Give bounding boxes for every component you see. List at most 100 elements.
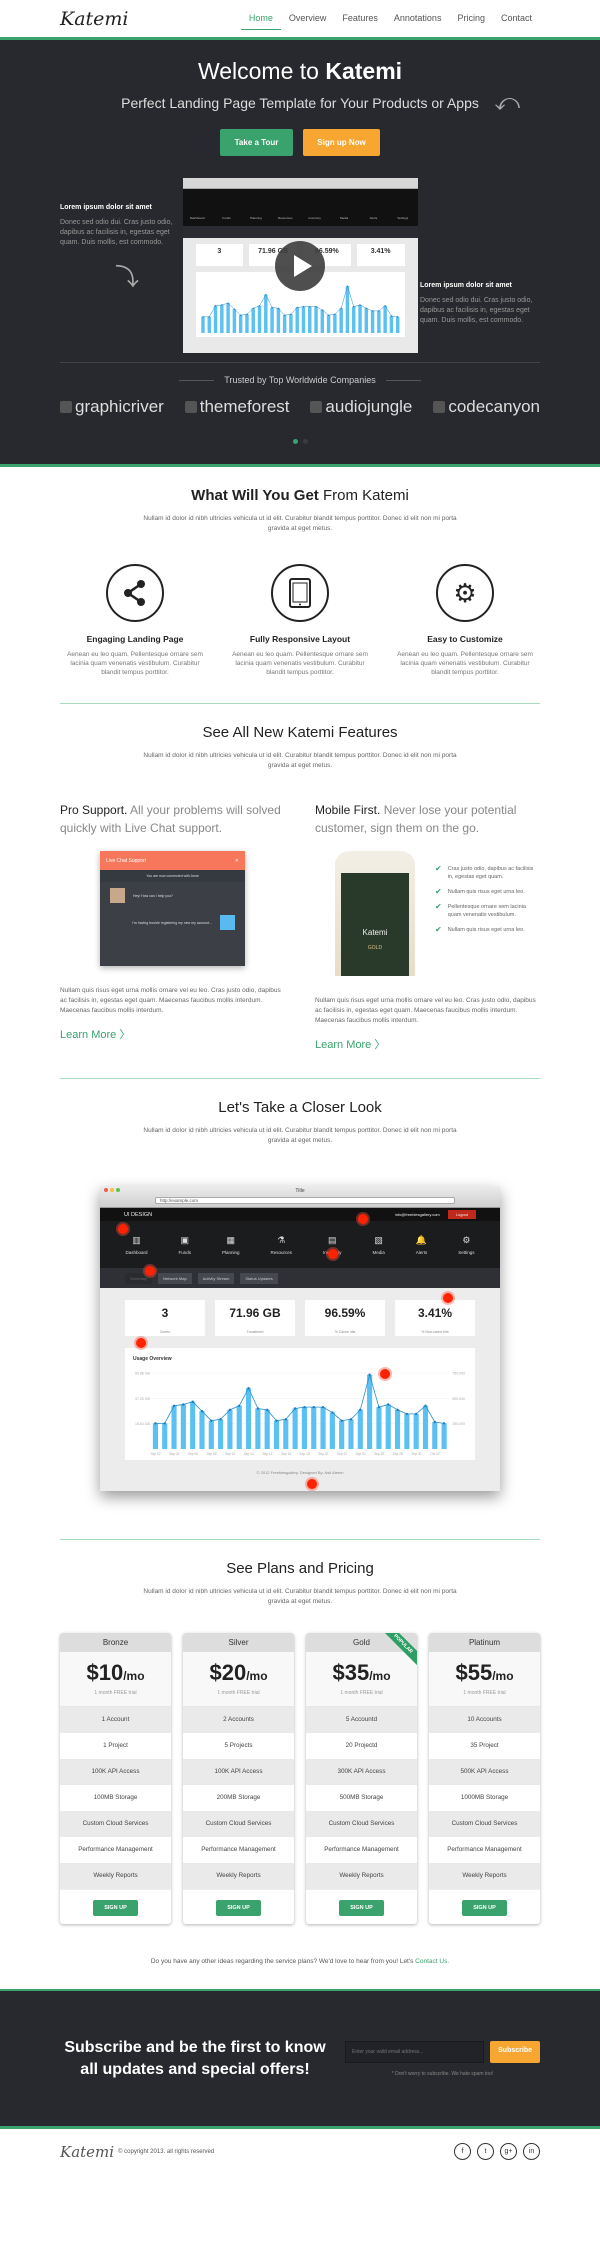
close-icon[interactable]: ✕ xyxy=(235,858,239,864)
mobile-column: Mobile First. Never lose your potential … xyxy=(315,801,540,1052)
annotation-hotspot[interactable] xyxy=(307,1479,317,1489)
maximize-window-icon[interactable] xyxy=(116,1188,120,1192)
plan-features: 10 Accounts 35 Project 500K API Access 1000… xyxy=(429,1707,540,1889)
contact-us-link[interactable]: Contact Us. xyxy=(415,1958,449,1965)
annotation-hotspot[interactable] xyxy=(380,1369,390,1379)
bar xyxy=(294,307,299,333)
subtab-network-map[interactable]: Network Map xyxy=(158,1272,192,1284)
menu-label: Dashboard xyxy=(125,1249,148,1255)
nav-item-annotations[interactable]: Annotations xyxy=(386,7,450,30)
checklist: ✔ Cras justo odio, dapibus ac facilisis i… xyxy=(435,865,540,976)
user-email[interactable]: info@freebiesgallery.com xyxy=(395,1212,440,1217)
mock-menu-label: Alerts xyxy=(369,216,378,220)
logout-button[interactable]: Logout xyxy=(447,1209,476,1219)
bar xyxy=(263,294,268,333)
chat-message-text: I'm having trouble registering my new my… xyxy=(132,920,212,925)
menu-planning[interactable]: ▦ Planning xyxy=(222,1235,240,1255)
x-tick-label: Sep 28 xyxy=(393,1452,403,1456)
sign-up-now-button[interactable]: Sign up Now xyxy=(303,129,380,156)
bar xyxy=(320,1407,326,1449)
take-tour-button[interactable]: Take a Tour xyxy=(220,129,293,156)
chevron-right-icon: 〉 xyxy=(119,1029,131,1041)
nav-item-contact[interactable]: Contact xyxy=(493,7,540,30)
annotation-hotspot[interactable] xyxy=(443,1293,453,1303)
chat-header: Live Chat Support ✕ xyxy=(100,851,245,870)
curved-arrow-icon: ⤵ xyxy=(115,264,139,291)
plan-period: /mo xyxy=(123,1669,145,1683)
menu-settings[interactable]: ⚙ Settings xyxy=(458,1235,474,1255)
x-tick-label: Sep 14 xyxy=(262,1452,272,1456)
brand-codecanyon[interactable]: codecanyon xyxy=(433,397,540,417)
support-learn-more-link[interactable]: Learn More 〉 xyxy=(60,1026,285,1042)
nav-item-home[interactable]: Home xyxy=(240,7,281,30)
google-plus-icon[interactable]: g+ xyxy=(500,2143,517,2160)
nav-item-overview[interactable]: Overview xyxy=(281,7,335,30)
sign-up-button[interactable]: SIGN UP xyxy=(462,1900,507,1916)
data-point xyxy=(333,313,336,315)
sign-up-button[interactable]: SIGN UP xyxy=(339,1900,384,1916)
data-point xyxy=(314,305,317,308)
sign-up-button[interactable]: SIGN UP xyxy=(93,1900,138,1916)
menu-label: Media xyxy=(372,1249,385,1255)
nav-item-pricing[interactable]: Pricing xyxy=(449,7,493,30)
feature-body: Aenean eu leo quam. Pellentesque ornare … xyxy=(232,651,368,676)
y-left-tick-label: 18.63 GB xyxy=(135,1422,150,1426)
nav-item-features[interactable]: Features xyxy=(334,7,386,30)
get-title-bold: What Will You Get xyxy=(191,487,319,504)
stat-value: 3 xyxy=(161,1306,169,1320)
annotation-hotspot[interactable] xyxy=(118,1224,128,1234)
x-tick-label: Oct 02 xyxy=(430,1452,440,1456)
menu-alerts[interactable]: 🔔 Alerts xyxy=(416,1235,428,1255)
minimize-window-icon[interactable] xyxy=(110,1188,114,1192)
subscribe-button[interactable]: Subscribe xyxy=(490,2040,540,2063)
menu-dashboard[interactable]: ▥ Dashboard xyxy=(125,1235,147,1255)
gear-icon: ⚙ xyxy=(462,1234,471,1245)
bar xyxy=(385,1404,391,1449)
bar xyxy=(332,314,337,333)
menu-funds[interactable]: ▣ Funds xyxy=(178,1235,191,1255)
bar xyxy=(225,303,230,333)
url-bar[interactable]: http://example.com xyxy=(155,1197,455,1204)
mock-menu-label: Media xyxy=(339,216,349,220)
feature-body: Aenean eu leo quam. Pellentesque ornare … xyxy=(67,651,203,676)
slider-dot-1[interactable] xyxy=(292,439,298,444)
bar xyxy=(301,306,305,333)
brand-graphicriver[interactable]: graphicriver xyxy=(60,397,164,417)
graphicriver-icon xyxy=(60,401,72,413)
brand-audiojungle[interactable]: audiojungle xyxy=(310,397,412,417)
linkedin-icon[interactable]: in xyxy=(523,2143,540,2160)
menu-media[interactable]: ▧ Media xyxy=(372,1235,384,1255)
footer-logo[interactable]: Katemi xyxy=(60,2143,114,2161)
email-input[interactable] xyxy=(345,2040,485,2063)
annotation-hotspot[interactable] xyxy=(328,1249,338,1259)
brand-themeforest[interactable]: themeforest xyxy=(184,397,290,417)
plan-feature: Weekly Reports xyxy=(183,1863,294,1889)
facebook-icon[interactable]: f xyxy=(454,2143,471,2160)
annotation-hotspot[interactable] xyxy=(136,1338,146,1348)
hero-video-preview[interactable]: Dashboard Funds Planning Resources Inven… xyxy=(182,178,418,353)
data-point xyxy=(283,314,285,316)
close-window-icon[interactable] xyxy=(104,1188,108,1192)
logo[interactable]: Katemi xyxy=(60,8,129,30)
plan-feature: Custom Cloud Services xyxy=(306,1811,417,1837)
subtab-activity-stream[interactable]: Activity Stream xyxy=(197,1272,235,1284)
menu-resources[interactable]: ⚗ Resources xyxy=(270,1235,292,1255)
hero-right-heading: Lorem ipsum dolor sit amet xyxy=(420,282,512,289)
play-icon[interactable] xyxy=(275,240,325,291)
bar xyxy=(288,314,293,333)
bar xyxy=(395,316,399,333)
sign-up-button[interactable]: SIGN UP xyxy=(216,1900,261,1916)
annotation-hotspot[interactable] xyxy=(358,1214,368,1224)
contact-prompt: Do you have any other ideas regarding th… xyxy=(60,1924,540,1989)
mobile-learn-more-link[interactable]: Learn More 〉 xyxy=(315,1036,540,1052)
stat-label: Transfered xyxy=(246,1330,264,1334)
data-point xyxy=(442,1422,446,1425)
slider-dot-2[interactable] xyxy=(302,439,308,444)
annotation-hotspot[interactable] xyxy=(145,1266,155,1276)
audiojungle-icon xyxy=(310,401,323,413)
plan-signup-area: SIGN UP xyxy=(183,1889,294,1924)
twitter-icon[interactable]: t xyxy=(477,2143,494,2160)
browser-chrome: Title http://example.com xyxy=(100,1186,500,1208)
data-point xyxy=(359,1408,362,1412)
subtab-status-updates[interactable]: Status Updates xyxy=(240,1272,278,1284)
